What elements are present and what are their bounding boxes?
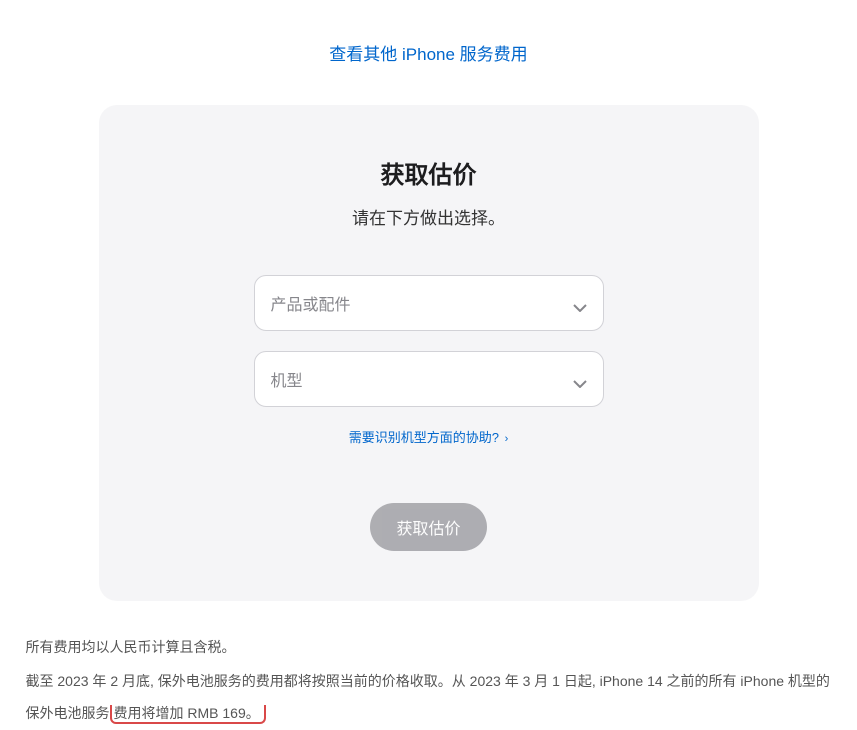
estimate-card: 获取估价 请在下方做出选择。 产品或配件 机型 需要识别机型方面的协助? › — [99, 105, 759, 601]
chevron-down-icon — [573, 375, 587, 383]
product-select[interactable]: 产品或配件 — [254, 275, 604, 331]
identify-model-help-link[interactable]: 需要识别机型方面的协助? › — [349, 430, 509, 445]
card-title: 获取估价 — [159, 155, 699, 190]
other-services-link[interactable]: 查看其他 iPhone 服务费用 — [329, 45, 527, 64]
page-container: 查看其他 iPhone 服务费用 获取估价 请在下方做出选择。 产品或配件 机型 — [0, 0, 857, 730]
chevron-right-icon: › — [505, 433, 509, 445]
help-link-wrapper: 需要识别机型方面的协助? › — [159, 427, 699, 447]
price-increase-highlight: 费用将增加 RMB 169。 — [110, 705, 266, 724]
chevron-down-icon — [573, 299, 587, 307]
get-estimate-button[interactable]: 获取估价 — [370, 503, 486, 551]
footer-line-2: 截至 2023 年 2 月底, 保外电池服务的费用都将按照当前的价格收取。从 2… — [26, 665, 832, 729]
card-subtitle: 请在下方做出选择。 — [159, 204, 699, 229]
model-select-placeholder: 机型 — [271, 367, 303, 391]
help-link-label: 需要识别机型方面的协助? — [349, 430, 499, 445]
top-link-wrapper: 查看其他 iPhone 服务费用 — [0, 40, 857, 65]
footer-line-1: 所有费用均以人民币计算且含税。 — [26, 631, 832, 663]
model-select-wrapper: 机型 — [254, 351, 604, 407]
footer-notes: 所有费用均以人民币计算且含税。 截至 2023 年 2 月底, 保外电池服务的费… — [14, 631, 844, 730]
model-select[interactable]: 机型 — [254, 351, 604, 407]
product-select-wrapper: 产品或配件 — [254, 275, 604, 331]
product-select-placeholder: 产品或配件 — [271, 291, 351, 315]
